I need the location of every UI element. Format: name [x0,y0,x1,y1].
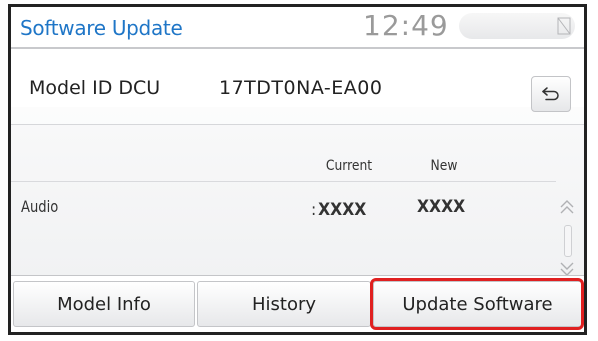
history-button[interactable]: History [197,281,371,327]
current-column-header: Current [325,158,373,174]
audio-current-version: : XXXX [311,200,366,220]
model-id-label: Model ID DCU [29,77,161,99]
header-bar: Software Update 12:49 [11,7,584,49]
model-id-row: Model ID DCU 17TDT0NA-EA00 [11,49,584,112]
audio-row-label: Audio [21,197,59,216]
scrollbar-track[interactable] [564,225,572,257]
row-divider [11,181,556,182]
clock: 12:49 [363,9,449,42]
back-button[interactable] [531,76,571,112]
model-info-button[interactable]: Model Info [13,281,195,327]
software-update-screen: Software Update 12:49 Model ID DCU 17TDT… [8,4,587,335]
double-chevron-up-icon[interactable] [559,199,575,217]
page-title: Software Update [20,16,183,40]
new-column-header: New [430,158,458,174]
bottom-button-bar: Model Info History Update Software [11,275,584,332]
version-list: Current New Audio : XXXX XXXX [11,125,584,276]
audio-current-value: XXXX [318,200,367,220]
back-arrow-icon [542,87,559,101]
version-separator: : [311,200,317,220]
update-software-button[interactable]: Update Software [373,281,582,327]
model-id-value: 17TDT0NA-EA00 [219,77,383,99]
no-signal-icon [557,17,571,35]
audio-new-version: XXXX [417,197,466,217]
